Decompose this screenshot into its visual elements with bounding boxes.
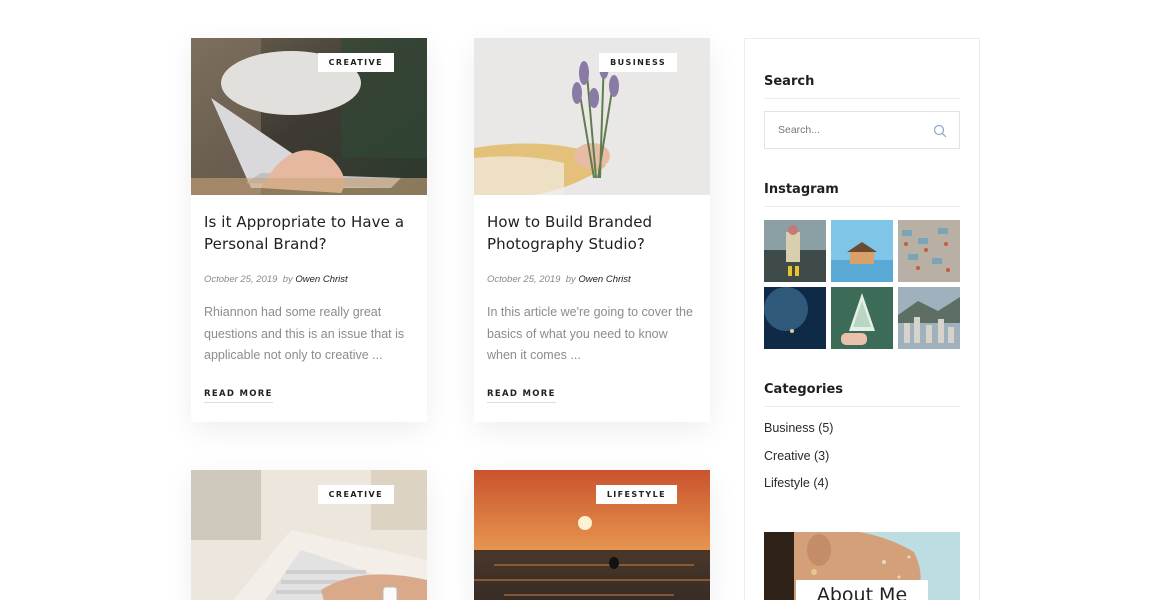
post-image[interactable]: BUSINESS: [474, 38, 710, 195]
post-card: CREATIVE Is it Appropriate to Have a Per…: [191, 38, 427, 422]
instagram-photo[interactable]: [831, 287, 893, 349]
category-link[interactable]: Lifestyle (4): [764, 476, 960, 490]
instagram-grid: [764, 220, 960, 349]
category-badge[interactable]: CREATIVE: [317, 485, 394, 504]
post-meta: October 25, 2019 by Owen Christ: [487, 274, 697, 285]
category-badge[interactable]: LIFESTYLE: [595, 485, 677, 504]
by-label: by: [565, 274, 576, 285]
instagram-photo[interactable]: [898, 287, 960, 349]
category-badge[interactable]: CREATIVE: [317, 53, 394, 72]
instagram-widget-title: Instagram: [764, 182, 960, 207]
search-icon[interactable]: [933, 124, 947, 138]
category-badge[interactable]: BUSINESS: [599, 53, 677, 72]
post-title[interactable]: How to Build Branded Photography Studio?: [487, 211, 697, 255]
search-input[interactable]: [765, 112, 959, 148]
instagram-photo[interactable]: [764, 220, 826, 282]
post-author[interactable]: Owen Christ: [295, 274, 347, 285]
sidebar: Search Instagram: [744, 38, 980, 600]
search-box: [764, 111, 960, 149]
instagram-photo[interactable]: [898, 220, 960, 282]
post-card: LIFESTYLE: [474, 470, 710, 600]
post-date: October 25, 2019: [204, 274, 278, 285]
by-label: by: [282, 274, 293, 285]
post-excerpt: In this article we're going to cover the…: [487, 305, 693, 362]
post-image[interactable]: CREATIVE: [191, 470, 427, 600]
categories-widget-title: Categories: [764, 382, 960, 407]
post-image[interactable]: CREATIVE: [191, 38, 427, 195]
category-link[interactable]: Business (5): [764, 421, 960, 435]
post-card: CREATIVE: [191, 470, 427, 600]
instagram-photo[interactable]: [831, 220, 893, 282]
search-widget-title: Search: [764, 74, 960, 99]
category-list: Business (5) Creative (3) Lifestyle (4): [764, 421, 960, 490]
post-excerpt: Rhiannon had some really great questions…: [204, 305, 405, 362]
about-me-label: About Me: [796, 580, 928, 600]
post-date: October 25, 2019: [487, 274, 561, 285]
post-meta: October 25, 2019 by Owen Christ: [204, 274, 414, 285]
read-more-link[interactable]: READ MORE: [204, 389, 273, 403]
post-author[interactable]: Owen Christ: [578, 274, 630, 285]
post-image[interactable]: LIFESTYLE: [474, 470, 710, 600]
category-link[interactable]: Creative (3): [764, 449, 960, 463]
read-more-link[interactable]: READ MORE: [487, 389, 556, 403]
about-me-widget[interactable]: About Me: [764, 532, 960, 600]
post-title[interactable]: Is it Appropriate to Have a Personal Bra…: [204, 211, 414, 255]
post-card: BUSINESS How to Build Branded Photograph…: [474, 38, 710, 422]
instagram-photo[interactable]: [764, 287, 826, 349]
